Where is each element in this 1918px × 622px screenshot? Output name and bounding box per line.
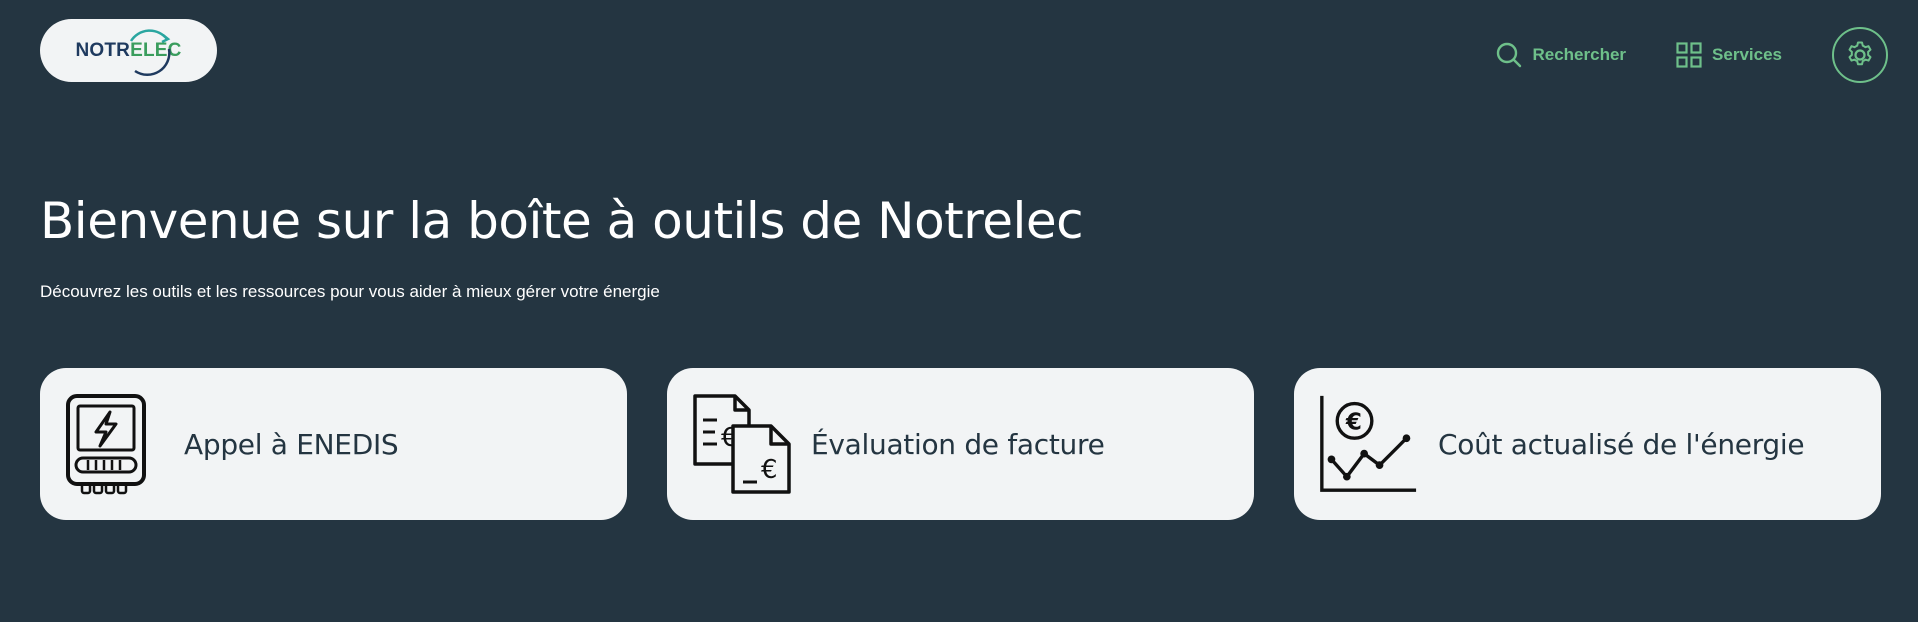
card-appel-enedis[interactable]: Appel à ENEDIS <box>40 368 627 520</box>
search-link[interactable]: Rechercher <box>1496 42 1626 68</box>
logo-swoosh-icon <box>130 28 172 76</box>
services-label: Services <box>1712 45 1782 64</box>
search-icon <box>1497 42 1522 68</box>
invoice-euro-icon: € € <box>693 394 791 494</box>
logo-text-part-a: NOTR <box>75 39 131 61</box>
gear-icon <box>1848 41 1872 66</box>
card-label: Appel à ENEDIS <box>184 427 399 461</box>
card-cout-energie[interactable]: € Coût actualisé de l'énergie <box>1294 368 1881 520</box>
card-label: Coût actualisé de l'énergie <box>1438 427 1805 461</box>
settings-button[interactable] <box>1832 27 1888 83</box>
search-label: Rechercher <box>1532 45 1627 64</box>
page-title: Bienvenue sur la boîte à outils de Notre… <box>40 192 1084 250</box>
grid-icon <box>1676 42 1702 68</box>
page: NOTR ELEC Rechercher Services Bienvenue … <box>0 0 1918 622</box>
page-subtitle: Découvrez les outils et les ressources p… <box>40 282 660 301</box>
top-nav: Rechercher Services <box>1496 24 1888 86</box>
card-evaluation-facture[interactable]: € € Évaluation de facture <box>667 368 1254 520</box>
card-label: Évaluation de facture <box>811 427 1105 461</box>
svg-text:€: € <box>761 455 778 485</box>
electric-meter-icon <box>66 394 146 495</box>
svg-text:€: € <box>1345 410 1362 436</box>
services-link[interactable]: Services <box>1676 42 1782 68</box>
tool-cards: Appel à ENEDIS € € Évaluation de facture <box>40 368 1881 520</box>
euro-chart-icon: € <box>1320 395 1417 492</box>
logo-home-link[interactable]: NOTR ELEC <box>40 19 217 82</box>
logo-wordmark: NOTR ELEC <box>75 28 181 76</box>
